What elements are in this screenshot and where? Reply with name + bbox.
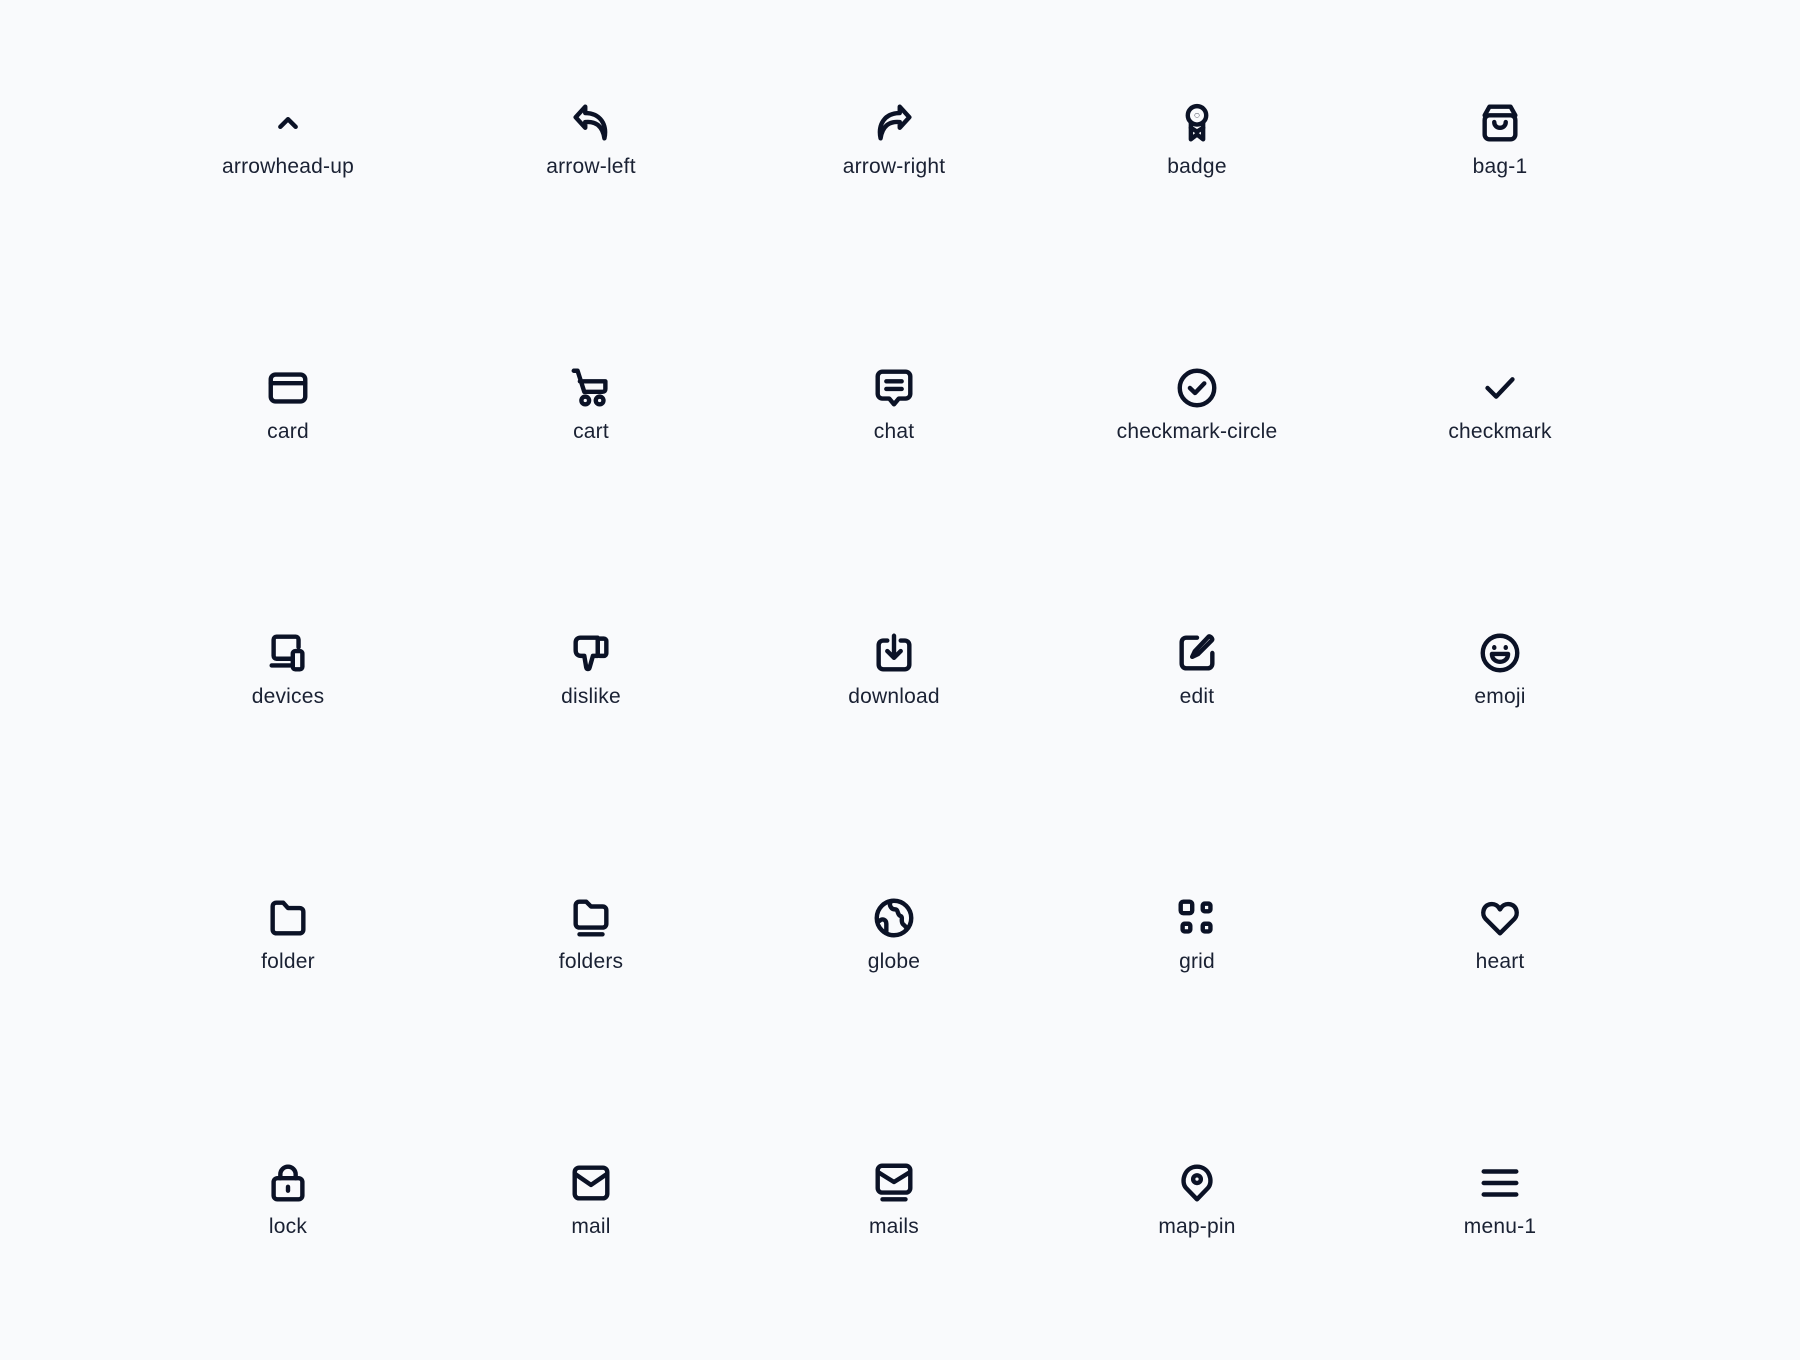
menu-icon: [1477, 1160, 1523, 1206]
icon-label: checkmark-circle: [1116, 420, 1278, 443]
checkmark-circle-icon: [1174, 365, 1220, 411]
icon-tile-badge[interactable]: badge: [1067, 100, 1327, 210]
icon-tile-globe[interactable]: globe: [764, 895, 1024, 1005]
icon-grid: arrowhead-up arrow-left arrow-right badg…: [0, 0, 1800, 1360]
icon-label: emoji: [1474, 685, 1526, 708]
icon-tile-lock[interactable]: lock: [158, 1160, 418, 1270]
icon-tile-folders[interactable]: folders: [461, 895, 721, 1005]
icon-tile-download[interactable]: download: [764, 630, 1024, 740]
dislike-icon: [568, 630, 614, 676]
icon-tile-arrow-right[interactable]: arrow-right: [764, 100, 1024, 210]
icon-label: arrow-left: [546, 155, 636, 178]
icon-tile-devices[interactable]: devices: [158, 630, 418, 740]
icon-label: arrow-right: [842, 155, 946, 178]
icon-tile-edit[interactable]: edit: [1067, 630, 1327, 740]
icon-label: heart: [1475, 950, 1525, 973]
icon-label: cart: [573, 420, 609, 443]
map-pin-icon: [1174, 1160, 1220, 1206]
icon-tile-mails[interactable]: mails: [764, 1160, 1024, 1270]
mail-icon: [568, 1160, 614, 1206]
icon-label: edit: [1179, 685, 1215, 708]
icon-tile-checkmark-circle[interactable]: checkmark-circle: [1067, 365, 1327, 475]
icon-label: devices: [251, 685, 325, 708]
icon-tile-heart[interactable]: heart: [1370, 895, 1630, 1005]
icon-tile-emoji[interactable]: emoji: [1370, 630, 1630, 740]
download-icon: [871, 630, 917, 676]
folders-icon: [568, 895, 614, 941]
arrow-right-icon: [871, 100, 917, 146]
icon-label: dislike: [561, 685, 621, 708]
icon-label: globe: [867, 950, 921, 973]
icon-label: lock: [268, 1215, 308, 1238]
icon-tile-checkmark[interactable]: checkmark: [1370, 365, 1630, 475]
icon-label: folder: [261, 950, 315, 973]
grid-icon: [1174, 895, 1220, 941]
icon-label: card: [267, 420, 309, 443]
icon-label: mail: [571, 1215, 611, 1238]
icon-label: chat: [873, 420, 915, 443]
icon-tile-grid[interactable]: grid: [1067, 895, 1327, 1005]
icon-label: arrowhead-up: [222, 155, 354, 178]
icon-label: badge: [1167, 155, 1227, 178]
arrow-left-icon: [568, 100, 614, 146]
edit-icon: [1174, 630, 1220, 676]
icon-tile-folder[interactable]: folder: [158, 895, 418, 1005]
devices-icon: [265, 630, 311, 676]
icon-label: mails: [868, 1215, 919, 1238]
bag-icon: [1477, 100, 1523, 146]
checkmark-icon: [1477, 365, 1523, 411]
arrowhead-up-icon: [265, 100, 311, 146]
icon-label: folders: [558, 950, 624, 973]
card-icon: [265, 365, 311, 411]
icon-label: grid: [1179, 950, 1215, 973]
icon-tile-bag-1[interactable]: bag-1: [1370, 100, 1630, 210]
icon-label: download: [848, 685, 940, 708]
icon-tile-menu-1[interactable]: menu-1: [1370, 1160, 1630, 1270]
cart-icon: [568, 365, 614, 411]
icon-tile-map-pin[interactable]: map-pin: [1067, 1160, 1327, 1270]
icon-tile-cart[interactable]: cart: [461, 365, 721, 475]
icon-label: bag-1: [1472, 155, 1528, 178]
mails-icon: [871, 1160, 917, 1206]
icon-tile-arrowhead-up[interactable]: arrowhead-up: [158, 100, 418, 210]
icon-tile-dislike[interactable]: dislike: [461, 630, 721, 740]
globe-icon: [871, 895, 917, 941]
badge-icon: [1174, 100, 1220, 146]
emoji-icon: [1477, 630, 1523, 676]
icon-label: checkmark: [1448, 420, 1552, 443]
icon-tile-arrow-left[interactable]: arrow-left: [461, 100, 721, 210]
folder-icon: [265, 895, 311, 941]
lock-icon: [265, 1160, 311, 1206]
icon-label: menu-1: [1463, 1215, 1537, 1238]
chat-icon: [871, 365, 917, 411]
icon-label: map-pin: [1158, 1215, 1236, 1238]
icon-tile-mail[interactable]: mail: [461, 1160, 721, 1270]
icon-tile-card[interactable]: card: [158, 365, 418, 475]
heart-icon: [1477, 895, 1523, 941]
icon-tile-chat[interactable]: chat: [764, 365, 1024, 475]
